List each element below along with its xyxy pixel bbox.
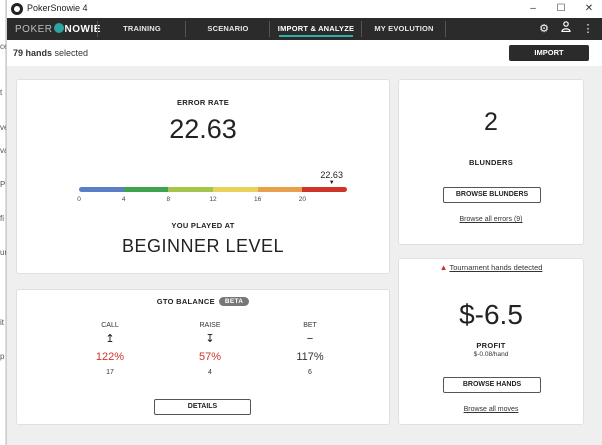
gto-balance-title: GTO BALANCE BETA <box>17 297 389 306</box>
scale-segment <box>302 187 347 192</box>
window-title: PokerSnowie 4 <box>27 3 88 13</box>
scale-segment <box>213 187 258 192</box>
gto-balance-card: GTO BALANCE BETA CALL ↥ 122% 17 RAISE ↧ 57% 4 BET… <box>16 289 390 425</box>
gto-column-label: RAISE <box>199 322 221 329</box>
browse-all-errors-link[interactable]: Browse all errors (9) <box>399 216 583 223</box>
nav-divider <box>185 21 186 37</box>
logo-s-icon <box>53 23 64 33</box>
tab-import-analyze[interactable]: IMPORT & ANALYZE <box>271 18 361 40</box>
marker-triangle-icon: ▼ <box>328 180 335 186</box>
error-rate-label: ERROR RATE <box>176 98 230 107</box>
scale-segment <box>257 187 303 192</box>
profit-per-hand: $-0.08/hand <box>473 351 509 358</box>
browse-all-moves-link[interactable]: Browse all moves <box>399 406 583 413</box>
title-bar: PokerSnowie 4 – ☐ ✕ <box>7 0 602 18</box>
gto-balance-label: GTO BALANCE <box>156 297 215 306</box>
gto-column-count: 17 <box>106 369 114 376</box>
tab-scenario[interactable]: SCENARIO <box>187 18 269 40</box>
profit-value: $-6.5 <box>459 299 523 330</box>
hands-count: 79 hands <box>13 48 53 58</box>
background-text: t <box>0 88 3 97</box>
nav-divider <box>361 21 362 37</box>
blunders-value: 2 <box>484 108 498 136</box>
gto-column-percent: 57% <box>198 351 222 363</box>
gto-column-label: CALL <box>101 322 119 329</box>
profit-card: ▲ Tournament hands detected $-6.5 PROFIT… <box>398 258 584 425</box>
arrow-down-icon: ↧ <box>205 333 215 345</box>
scale-tick-label: 16 <box>254 196 262 203</box>
tournament-warning: ▲ Tournament hands detected <box>399 263 583 272</box>
hands-selected-suffix: selected <box>54 48 89 58</box>
import-button[interactable]: IMPORT <box>509 45 589 61</box>
tab-my-evolution[interactable]: MY EVOLUTION <box>363 18 445 40</box>
scale-tick-label: 0 <box>77 196 81 203</box>
beta-badge: BETA <box>218 297 250 306</box>
tournament-warning-link[interactable]: Tournament hands detected <box>449 263 542 272</box>
pokersnowie-logo: POKER NOWIE <box>15 23 101 35</box>
blunders-label: BLUNDERS <box>468 158 514 167</box>
gto-column-percent: 122% <box>95 351 125 363</box>
scale-tick-label: 20 <box>298 196 306 203</box>
player-level: BEGINNER LEVEL <box>121 236 285 256</box>
arrow-up-icon: ↥ <box>105 333 115 345</box>
scale-tick-label: 4 <box>121 196 126 203</box>
scale-segment <box>79 187 124 192</box>
warning-icon: ▲ <box>439 263 448 272</box>
background-text: it <box>0 318 4 327</box>
more-vertical-icon[interactable]: ⋮ <box>581 21 595 37</box>
profit-label: PROFIT <box>476 341 506 350</box>
error-marker-label: 22.63 <box>320 170 343 180</box>
user-icon[interactable] <box>559 21 573 37</box>
gto-column-count: 6 <box>308 369 312 376</box>
background-text: P <box>0 180 6 189</box>
nav-divider <box>97 21 98 37</box>
gto-column-raise: RAISE ↧ 57% 4 <box>180 322 240 376</box>
error-rate-value: 22.63 <box>169 114 237 144</box>
gto-column-count: 4 <box>208 369 212 376</box>
gto-column-percent: 117% <box>296 351 324 363</box>
scale-tick-label: 12 <box>209 196 217 203</box>
browse-hands-button[interactable]: BROWSE HANDS <box>443 377 541 393</box>
scale-tick-label: 8 <box>166 196 171 203</box>
dash-icon: − <box>306 333 314 345</box>
scale-segment <box>168 187 214 192</box>
gto-column-bet: BET − 117% 6 <box>280 322 340 376</box>
hands-selected: 79 hands selected <box>13 48 88 58</box>
error-rate-scale <box>79 187 347 192</box>
background-text: fi <box>0 214 4 223</box>
error-rate-card: ERROR RATE 22.63 22.63 ▼ 0 4 8 12 16 20 YOU P… <box>16 79 390 274</box>
blunders-card: 2 BLUNDERS BROWSE BLUNDERS Browse all er… <box>398 79 584 245</box>
tab-training[interactable]: TRAINING <box>99 18 185 40</box>
close-button[interactable]: ✕ <box>575 0 602 18</box>
logo-left-text: POKER <box>15 24 53 35</box>
background-text: p <box>0 352 5 361</box>
played-at-label: YOU PLAYED AT <box>171 221 235 230</box>
main-nav: POKER NOWIE TRAINING SCENARIO IMPORT & AN… <box>7 18 602 40</box>
gto-column-call: CALL ↥ 122% 17 <box>80 322 140 376</box>
gto-column-label: BET <box>303 322 317 329</box>
nav-divider <box>445 21 446 37</box>
browse-blunders-button[interactable]: BROWSE BLUNDERS <box>443 187 541 203</box>
app-window: PokerSnowie 4 – ☐ ✕ POKER NOWIE TRAINING … <box>6 0 602 445</box>
maximize-button[interactable]: ☐ <box>547 0 575 18</box>
logo-right-text: NOWIE <box>64 24 101 35</box>
app-icon <box>11 3 23 15</box>
selection-bar: 79 hands selected IMPORT <box>7 40 602 66</box>
gear-icon[interactable]: ⚙ <box>537 21 551 37</box>
details-button[interactable]: DETAILS <box>154 399 251 415</box>
minimize-button[interactable]: – <box>519 0 547 18</box>
nav-divider <box>269 21 270 37</box>
scale-segment <box>123 187 169 192</box>
